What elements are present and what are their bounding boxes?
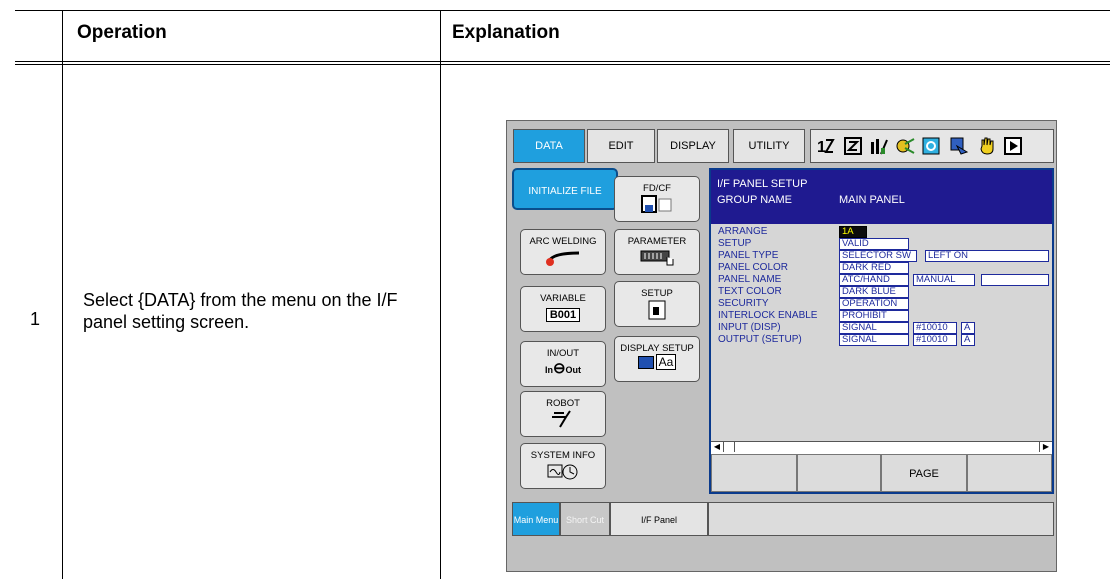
setup-label: SETUP [641, 288, 673, 299]
short-cut-tab[interactable]: Short Cut [560, 502, 610, 536]
tab-data[interactable]: DATA [513, 129, 585, 163]
svg-text:1: 1 [817, 139, 826, 156]
setup-icon [648, 300, 666, 320]
tab-utility[interactable]: UTILITY [733, 129, 805, 163]
if-panel-setup-panel: I/F PANEL SETUP GROUP NAME MAIN PANEL AR… [709, 168, 1054, 494]
variable-value: B001 [545, 308, 581, 322]
robot-button[interactable]: ROBOT [520, 391, 606, 437]
if-panel-tab[interactable]: I/F Panel [610, 502, 708, 536]
main-menu-tab[interactable]: Main Menu [512, 502, 560, 536]
scroll-left-arrow-icon[interactable]: ◀ [711, 442, 724, 452]
explanation-header: Explanation [452, 22, 560, 43]
panel-name-extra[interactable]: MANUAL [913, 274, 975, 286]
status-icon-bar: 1 [810, 129, 1054, 163]
display-setup-button[interactable]: DISPLAY SETUP Aa [614, 336, 700, 382]
fkey-4[interactable] [967, 454, 1052, 492]
panel-color-value[interactable]: DARK RED [839, 262, 909, 274]
tab-edit[interactable]: EDIT [587, 129, 655, 163]
arrange-value[interactable]: 1A [839, 226, 867, 238]
cycle-icon [922, 137, 940, 155]
tab-display[interactable]: DISPLAY [657, 129, 729, 163]
col-divider-2 [440, 10, 441, 579]
function-key-bar: PAGE [711, 454, 1052, 492]
scroll-thumb[interactable] [724, 442, 735, 452]
system-info-button[interactable]: SYSTEM INFO [520, 443, 606, 489]
output-setup-suffix[interactable]: A [961, 334, 975, 346]
display-setup-label: DISPLAY SETUP [620, 343, 694, 354]
input-disp-suffix[interactable]: A [961, 322, 975, 334]
input-disp-signal[interactable]: #10010 [913, 322, 957, 334]
speed-icon [871, 139, 888, 155]
panel-type-value[interactable]: SELECTOR SW [839, 250, 917, 262]
system-info-label: SYSTEM INFO [530, 450, 596, 461]
teach-icon [896, 138, 915, 154]
in-out-label: IN/OUT [546, 348, 580, 359]
panel-name-value[interactable]: ATC/HAND [839, 274, 909, 286]
setup-row-value[interactable]: VALID [839, 238, 909, 250]
coordinate-icon [844, 137, 862, 155]
output-setup-label: OUTPUT (SETUP) [718, 334, 802, 345]
axis-icon: 1 [817, 139, 835, 156]
arc-welding-button[interactable]: ARC WELDING [520, 229, 606, 275]
header-rule-2 [15, 64, 1110, 65]
output-setup-value[interactable]: SIGNAL [839, 334, 909, 346]
interlock-enable-value[interactable]: PROHIBIT [839, 310, 909, 322]
fd-cf-label: FD/CF [643, 183, 671, 194]
variable-button[interactable]: VARIABLE B001 [520, 286, 606, 332]
step-icon [950, 137, 969, 155]
fkey-2[interactable] [797, 454, 881, 492]
input-disp-value[interactable]: SIGNAL [839, 322, 909, 334]
welding-torch-icon [546, 251, 580, 266]
floppy-disk-icon [641, 195, 672, 213]
page-button[interactable]: PAGE [881, 454, 967, 492]
security-value[interactable]: OPERATION [839, 298, 909, 310]
pendant-screen: DATA EDIT DISPLAY UTILITY 1 INITIALIZE F… [506, 120, 1057, 572]
parameter-label: PARAMETER [627, 236, 687, 247]
fd-cf-button[interactable]: FD/CF [614, 176, 700, 222]
panel-title: I/F PANEL SETUP [717, 178, 808, 190]
text-color-value[interactable]: DARK BLUE [839, 286, 909, 298]
in-out-button[interactable]: IN/OUT In⊖Out [520, 341, 606, 387]
play-icon [1004, 137, 1022, 155]
bottom-bar: Main Menu Short Cut I/F Panel [507, 502, 1056, 536]
setup-button[interactable]: SETUP [614, 281, 700, 327]
scroll-right-arrow-icon[interactable]: ▶ [1039, 442, 1052, 452]
initialize-file-button[interactable]: INITIALIZE FILE [512, 168, 618, 210]
panel-type-extra[interactable]: LEFT ON [925, 250, 1049, 262]
col-divider-1 [62, 10, 63, 579]
exchange-icon: ⊖ [552, 360, 566, 377]
panel-name-empty[interactable] [981, 274, 1049, 286]
step-text: Select {DATA} from the menu on the I/F p… [83, 290, 398, 332]
step-number: 1 [30, 309, 41, 329]
hand-icon [980, 137, 994, 155]
group-name-value: MAIN PANEL [839, 194, 905, 206]
out-label: Out [565, 365, 582, 375]
output-setup-signal[interactable]: #10010 [913, 334, 957, 346]
robot-arm-icon [552, 410, 571, 428]
in-label: In [544, 365, 553, 375]
operation-header: Operation [77, 22, 167, 43]
robot-label: ROBOT [546, 398, 580, 409]
parameter-icon [640, 250, 674, 266]
header-rule-1 [15, 61, 1110, 62]
horizontal-scrollbar[interactable]: ◀ ▶ [711, 441, 1052, 455]
group-name-label: GROUP NAME [717, 194, 792, 206]
parameter-button[interactable]: PARAMETER [614, 229, 700, 275]
table-top-rule [15, 10, 1110, 11]
arc-welding-label: ARC WELDING [529, 236, 597, 247]
panel-title-bar: I/F PANEL SETUP GROUP NAME MAIN PANEL [711, 170, 1052, 224]
variable-label: VARIABLE [540, 293, 586, 304]
display-setup-icon [637, 355, 654, 369]
fkey-1[interactable] [711, 454, 797, 492]
aa-text: Aa [655, 354, 677, 370]
initialize-file-label: INITIALIZE FILE [528, 186, 602, 197]
bottom-empty-area [708, 502, 1054, 536]
system-info-icon [547, 464, 578, 480]
